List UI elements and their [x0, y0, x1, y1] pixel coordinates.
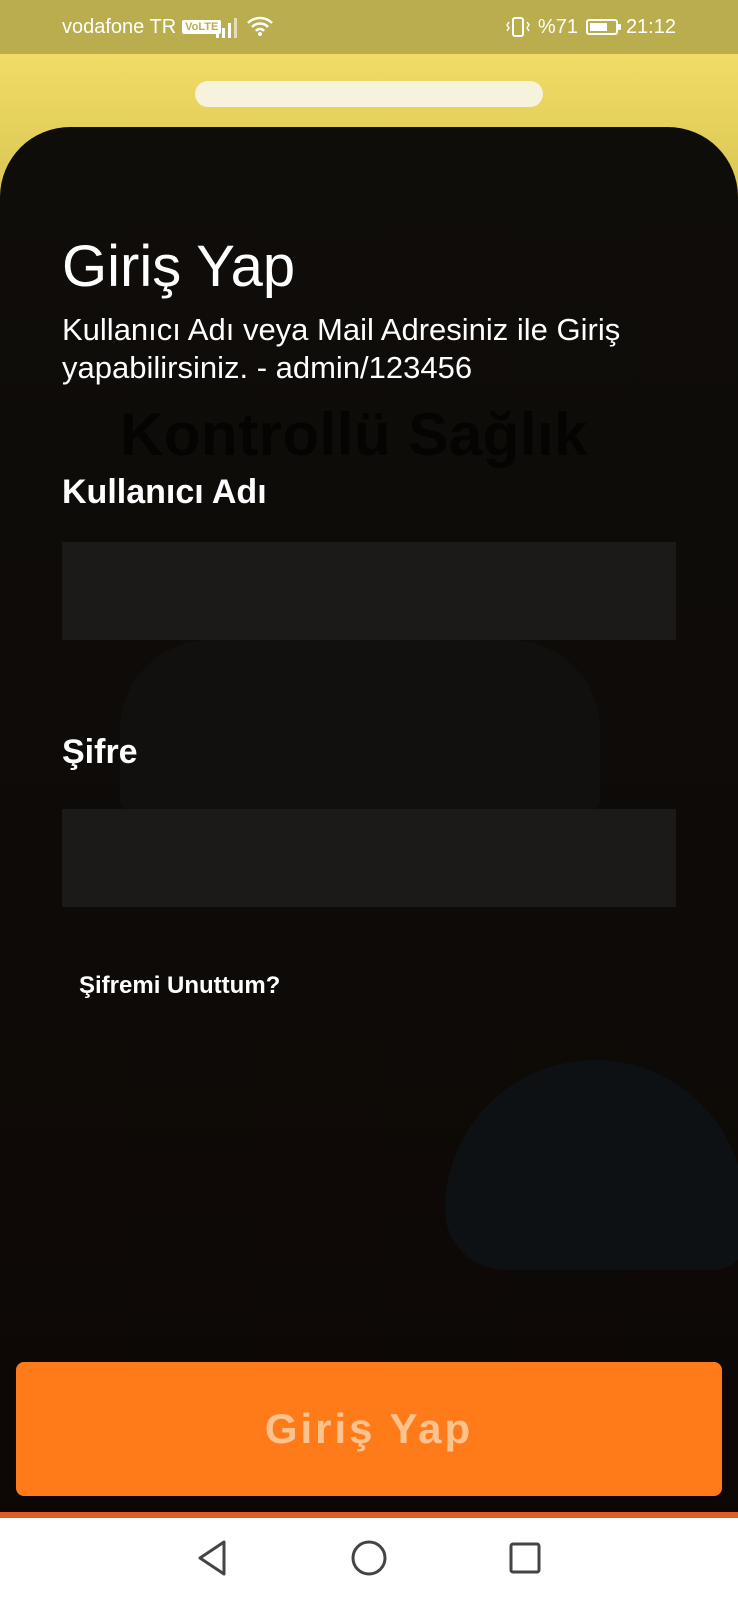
battery-percent: %71 [537, 15, 578, 38]
signal-icon [216, 18, 237, 38]
status-right-group: %71 21:12 [506, 0, 676, 54]
background-illustration [120, 640, 600, 810]
username-label: Kullanıcı Adı [62, 473, 267, 511]
password-label: Şifre [62, 733, 138, 771]
clock: 21:12 [625, 15, 676, 38]
system-nav-bar [0, 1518, 738, 1600]
login-button[interactable]: Giriş Yap [16, 1362, 722, 1496]
forgot-password-link[interactable]: Şifremi Unuttum? [79, 972, 280, 1000]
recents-icon[interactable] [503, 1536, 547, 1580]
username-input[interactable] [62, 542, 676, 640]
wifi-icon [247, 16, 273, 36]
page-title: Giriş Yap [62, 234, 296, 299]
page-subtitle: Kullanıcı Adı veya Mail Adresiniz ile Gi… [62, 312, 621, 385]
home-icon[interactable] [347, 1536, 391, 1580]
battery-icon [585, 19, 621, 35]
carrier-group: vodafone TR VoLTE [62, 0, 222, 54]
carrier-name: vodafone TR [62, 15, 177, 38]
vibrate-icon [506, 17, 530, 37]
sheet-drag-handle[interactable] [195, 81, 543, 107]
brand-watermark: Kontrollü Sağlık [120, 401, 589, 468]
password-input[interactable] [62, 809, 676, 907]
back-icon[interactable] [190, 1536, 234, 1580]
status-bar: vodafone TR VoLTE %71 21:12 [0, 0, 738, 54]
